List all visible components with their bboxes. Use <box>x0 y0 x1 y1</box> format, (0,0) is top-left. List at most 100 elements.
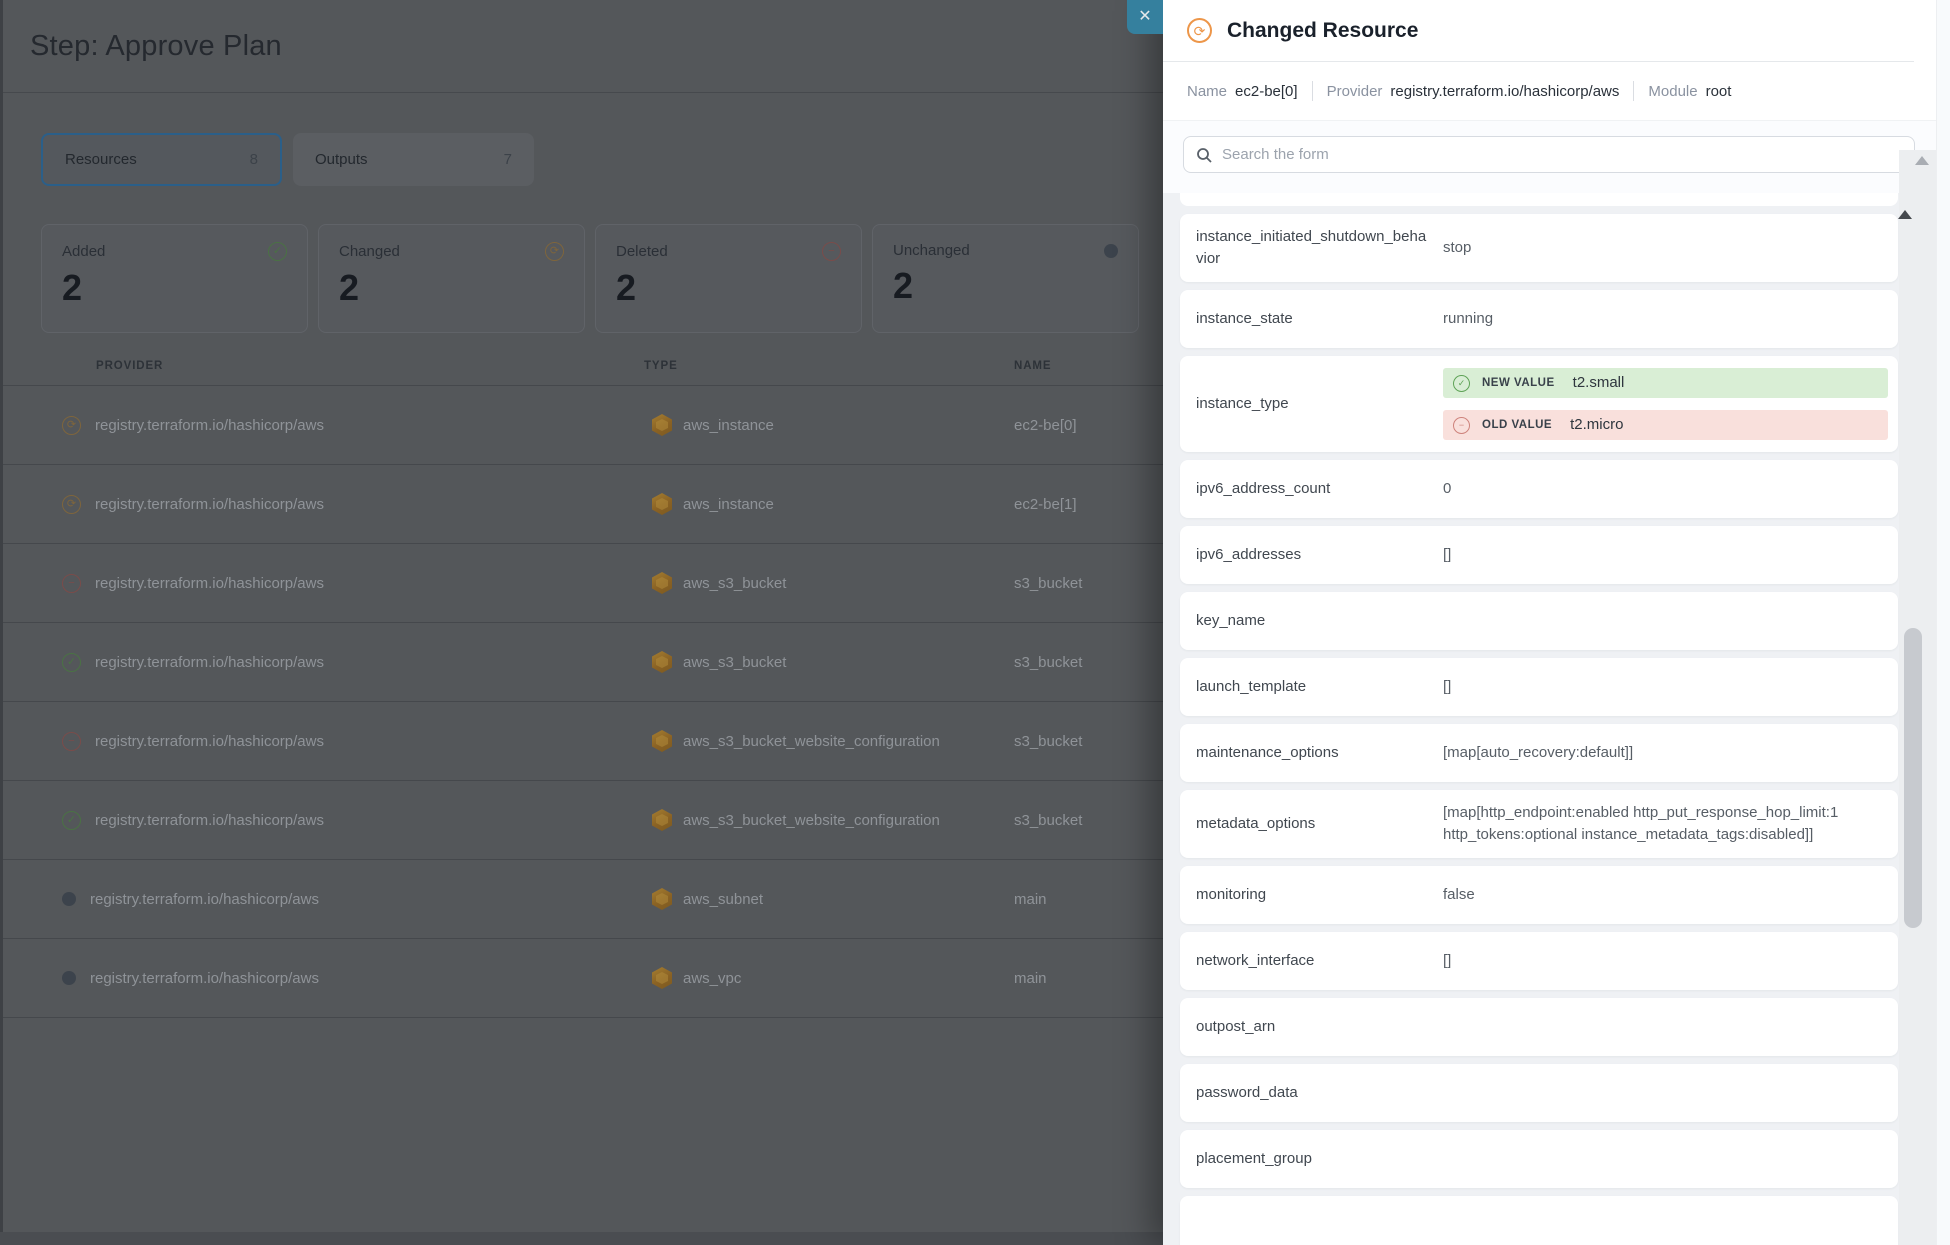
summary-count: 2 <box>62 268 287 308</box>
form-field-row: metadata_options[map[http_endpoint:enabl… <box>1180 790 1898 858</box>
aws-resource-icon <box>652 493 672 515</box>
field-value: [map[http_endpoint:enabled http_put_resp… <box>1443 802 1888 846</box>
summary-label: Changed <box>339 243 400 260</box>
unchanged-dot-icon <box>1104 244 1118 258</box>
tab-resources[interactable]: Resources 8 <box>41 133 282 186</box>
field-key: instance_state <box>1196 308 1443 330</box>
tab-outputs[interactable]: Outputs 7 <box>293 133 534 186</box>
provider-text: registry.terraform.io/hashicorp/aws <box>95 496 324 513</box>
summary-card-top: Changed⟳ <box>339 242 564 261</box>
name-text: main <box>1014 970 1047 987</box>
added-status-icon: ✓ <box>268 242 287 261</box>
changed-status-icon: ⟳ <box>62 495 81 514</box>
provider-text: registry.terraform.io/hashicorp/aws <box>90 891 319 908</box>
field-value: 0 <box>1443 478 1888 500</box>
field-key: instance_initiated_shutdown_behavior <box>1196 226 1443 270</box>
type-text: aws_instance <box>683 417 774 434</box>
meta-value-provider: registry.terraform.io/hashicorp/aws <box>1390 83 1619 100</box>
summary-label: Added <box>62 243 105 260</box>
deleted-status-icon: − <box>62 732 81 751</box>
added-status-icon: ✓ <box>62 811 81 830</box>
provider-cell: ⟳ registry.terraform.io/hashicorp/aws <box>0 495 644 514</box>
form-field-row: monitoringfalse <box>1180 866 1898 924</box>
meta-divider <box>1312 81 1313 101</box>
diff-label: OLD VALUE <box>1482 414 1552 436</box>
provider-cell: registry.terraform.io/hashicorp/aws <box>0 970 644 987</box>
form-scroll-up-icon[interactable] <box>1898 210 1912 219</box>
search-input[interactable] <box>1222 137 1914 172</box>
summary-card-deleted: Deleted− 2 <box>595 224 862 333</box>
field-key: ipv6_address_count <box>1196 478 1443 500</box>
old-value-banner: −OLD VALUE t2.micro <box>1443 410 1888 440</box>
diff-value: t2.small <box>1573 372 1625 394</box>
summary-card-unchanged: Unchanged2 <box>872 224 1139 333</box>
field-value: [] <box>1443 544 1888 566</box>
field-key: network_interface <box>1196 950 1443 972</box>
aws-resource-icon <box>652 572 672 594</box>
form-field-row: instance_initiated_shutdown_behaviorstop <box>1180 214 1898 282</box>
type-cell: aws_instance <box>644 493 1014 515</box>
meta-value-module: root <box>1706 83 1732 100</box>
tab-count: 7 <box>504 151 512 168</box>
form-field-row: instance_staterunning <box>1180 290 1898 348</box>
screen: Step: Approve Plan Resources 8 Outputs 7… <box>0 0 1950 1245</box>
column-header-provider: PROVIDER <box>0 360 644 372</box>
summary-card-top: Unchanged <box>893 242 1118 259</box>
drawer-header: ⟳ Changed Resource <box>1163 0 1914 62</box>
summary-count: 2 <box>616 268 841 308</box>
summary-card-top: Deleted− <box>616 242 841 261</box>
meta-label: Name <box>1187 83 1227 100</box>
field-key: password_data <box>1196 1082 1443 1104</box>
summary-card-top: Added ✓ <box>62 242 287 261</box>
aws-resource-icon <box>652 967 672 989</box>
form-field-row: maintenance_options[map[auto_recovery:de… <box>1180 724 1898 782</box>
diff-value: t2.micro <box>1570 414 1623 436</box>
resource-meta: Name ec2-be[0] Provider registry.terrafo… <box>1163 62 1950 120</box>
partially-visible-row <box>1180 1196 1898 1245</box>
drawer-title: Changed Resource <box>1227 19 1418 43</box>
provider-cell: ✓registry.terraform.io/hashicorp/aws <box>0 653 644 672</box>
form-field-row: outpost_arn <box>1180 998 1898 1056</box>
field-key: outpost_arn <box>1196 1016 1443 1038</box>
type-text: aws_s3_bucket <box>683 575 786 592</box>
changed-resource-drawer: ⟳ Changed Resource Name ec2-be[0] Provid… <box>1163 0 1950 1245</box>
name-text: s3_bucket <box>1014 654 1082 671</box>
field-value: [] <box>1443 950 1888 972</box>
new-value-banner: ✓NEW VALUEt2.small <box>1443 368 1888 398</box>
type-cell: aws_vpc <box>644 967 1014 989</box>
minus-circle-icon: − <box>1453 417 1470 434</box>
changed-refresh-icon: ⟳ <box>1187 18 1212 43</box>
column-header-type: TYPE <box>644 360 1014 372</box>
provider-text: registry.terraform.io/hashicorp/aws <box>95 733 324 750</box>
name-text: s3_bucket <box>1014 812 1082 829</box>
field-key: metadata_options <box>1196 813 1443 835</box>
deleted-status-icon: − <box>62 574 81 593</box>
meta-divider <box>1633 81 1634 101</box>
aws-resource-icon <box>652 809 672 831</box>
unchanged-dot-icon <box>62 892 76 906</box>
tab-count: 8 <box>250 151 258 168</box>
field-key: launch_template <box>1196 676 1443 698</box>
page-scroll-up-icon[interactable] <box>1915 156 1929 165</box>
form-field-row: launch_template[] <box>1180 658 1898 716</box>
left-edge-divider <box>0 0 3 1245</box>
provider-text: registry.terraform.io/hashicorp/aws <box>95 417 324 434</box>
changed-status-icon: ⟳ <box>62 416 81 435</box>
close-drawer-button[interactable]: ✕ <box>1127 0 1163 34</box>
provider-cell: −registry.terraform.io/hashicorp/aws <box>0 574 644 593</box>
form-field-row: password_data <box>1180 1064 1898 1122</box>
type-text: aws_instance <box>683 496 774 513</box>
provider-cell: ⟳ registry.terraform.io/hashicorp/aws <box>0 416 644 435</box>
bottom-edge-divider <box>0 1232 1163 1245</box>
tab-label: Resources <box>65 151 137 168</box>
scrollbar-thumb[interactable] <box>1904 628 1922 928</box>
type-cell: aws_s3_bucket_website_configuration <box>644 730 1014 752</box>
form-scroll-area: instance_initiated_shutdown_behaviorstop… <box>1163 193 1950 1245</box>
diff-label: NEW VALUE <box>1482 372 1555 394</box>
field-key: maintenance_options <box>1196 742 1443 764</box>
added-status-icon: ✓ <box>62 653 81 672</box>
type-cell: aws_s3_bucket_website_configuration <box>644 809 1014 831</box>
meta-value-name: ec2-be[0] <box>1235 83 1298 100</box>
field-value: false <box>1443 884 1888 906</box>
form-field-row: key_name <box>1180 592 1898 650</box>
